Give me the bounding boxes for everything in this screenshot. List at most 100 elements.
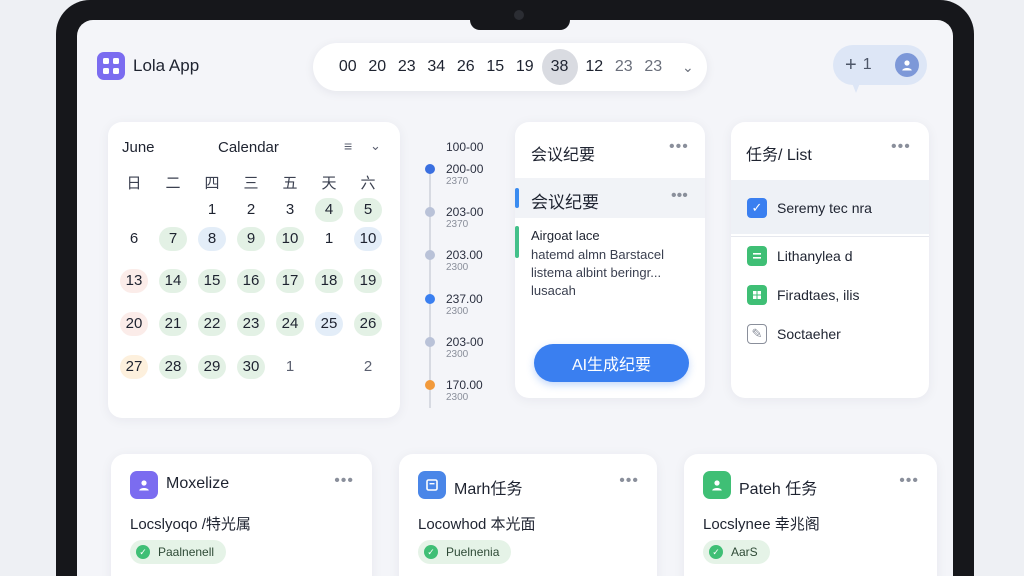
weekday-label: 天 (321, 175, 337, 192)
timeline-dot[interactable] (425, 250, 435, 260)
user-avatar-icon[interactable] (895, 53, 919, 77)
note-line: hatemd almn Barstacel (531, 247, 664, 262)
check-icon: ✓ (424, 545, 438, 559)
calendar-day[interactable]: 30 (237, 355, 265, 379)
calendar-day[interactable]: 13 (120, 269, 148, 293)
plus-icon[interactable]: + (845, 54, 857, 77)
note-line: lusacah (531, 283, 576, 298)
status-badge-label: Puelnenia (446, 545, 500, 559)
calendar-day[interactable]: 9 (237, 227, 265, 251)
calendar-day[interactable]: 27 (120, 355, 148, 379)
task-card[interactable]: Moxelize ••• Locslyoqo /特光属 ✓ Paalnenell (111, 454, 372, 576)
calendar-day[interactable]: 14 (159, 269, 187, 293)
timeline-dot[interactable] (425, 380, 435, 390)
calendar-day[interactable]: 10 (354, 227, 382, 251)
ai-summary-button[interactable]: AI生成纪要 (534, 344, 689, 382)
more-dots-icon[interactable]: ••• (669, 138, 689, 156)
calendar-day[interactable]: 28 (159, 355, 187, 379)
task-label: Lithanylea d (777, 248, 853, 264)
task-list-card: 任务/ List ••• ✓ Seremy tec nra Lithanylea… (731, 122, 929, 398)
calendar-day[interactable]: 17 (276, 269, 304, 293)
person-icon (130, 471, 158, 499)
time-selector[interactable]: 00 20 23 34 26 15 19 38 12 23 23 ⌄ (313, 43, 707, 91)
more-dots-icon[interactable]: ••• (671, 187, 688, 205)
timeline-dot[interactable] (425, 207, 435, 217)
chevron-down-icon[interactable]: ⌄ (370, 138, 381, 154)
calendar-day[interactable]: 16 (237, 269, 265, 293)
status-badge: ✓ Paalnenell (130, 540, 227, 564)
meeting-notes-card: 会议纪要 ••• 会议纪要 ••• Airgoat lace hatemd al… (515, 122, 705, 398)
more-dots-icon[interactable]: ••• (899, 472, 919, 490)
calendar-day[interactable]: 1 (315, 227, 343, 251)
calendar-day[interactable]: 1 (198, 198, 226, 222)
task-list-title: 任务/ List (746, 147, 812, 164)
calendar-day[interactable]: 15 (198, 269, 226, 293)
more-dots-icon[interactable]: ••• (334, 472, 354, 490)
app-title: Lola App (133, 56, 200, 75)
calendar-day[interactable]: 10 (276, 227, 304, 251)
divider (731, 236, 929, 237)
time-segment[interactable]: 00 (333, 58, 363, 76)
calendar-day[interactable]: 23 (237, 312, 265, 336)
timeline-subtime: 2300 (446, 262, 469, 273)
calendar-day[interactable]: 22 (198, 312, 226, 336)
time-segment[interactable]: 12 (580, 58, 610, 76)
status-badge-label: Paalnenell (158, 545, 215, 559)
timeline-dot[interactable] (425, 294, 435, 304)
calendar-day[interactable]: 25 (315, 312, 343, 336)
timeline-time: 203.00 (446, 248, 483, 262)
meeting-notes-item-title: 会议纪要 (531, 193, 599, 212)
calendar-day[interactable]: 3 (276, 198, 304, 222)
calendar-day[interactable]: 6 (120, 227, 148, 251)
checkbox-edit-icon[interactable]: ✎ (747, 324, 767, 344)
calendar-day[interactable]: 7 (159, 227, 187, 251)
calendar-day[interactable]: 24 (276, 312, 304, 336)
time-segment-selected[interactable]: 38 (541, 49, 578, 85)
status-badge-label: AarS (731, 545, 758, 559)
chevron-down-icon[interactable]: ⌄ (682, 59, 694, 76)
app-grid-icon[interactable] (97, 52, 125, 80)
weekday-label: 二 (165, 175, 181, 192)
time-segment[interactable]: 23 (392, 58, 422, 76)
time-segment[interactable]: 20 (363, 58, 393, 76)
timeline-time: 237.00 (446, 292, 483, 306)
calendar-day[interactable]: 4 (315, 198, 343, 222)
task-card[interactable]: Pateh 任务 ••• Locslynee 幸兆阁 ✓ AarS (684, 454, 937, 576)
weekday-label: 三 (243, 175, 259, 192)
calendar-day[interactable]: 29 (198, 355, 226, 379)
calendar-day[interactable]: 19 (354, 269, 382, 293)
timeline-time: 200-00 (446, 162, 484, 176)
time-segment[interactable]: 26 (451, 58, 481, 76)
timeline-header: 100-00 (446, 140, 484, 154)
calendar-day[interactable]: 1 (276, 355, 304, 379)
timeline-dot[interactable] (425, 164, 435, 174)
calendar-day[interactable]: 2 (237, 198, 265, 222)
calendar-day[interactable]: 20 (120, 312, 148, 336)
time-segment[interactable]: 23 (639, 58, 669, 76)
timeline-subtime: 2300 (446, 306, 469, 317)
note-line: listema albint beringr... (531, 265, 662, 280)
time-segment[interactable]: 15 (481, 58, 511, 76)
list-icon[interactable]: ≡ (344, 138, 352, 154)
more-dots-icon[interactable]: ••• (619, 472, 639, 490)
more-dots-icon[interactable]: ••• (891, 138, 911, 156)
task-grid-icon[interactable] (747, 285, 767, 305)
calendar-day[interactable]: 18 (315, 269, 343, 293)
time-segment[interactable]: 23 (609, 58, 639, 76)
time-segment[interactable]: 19 (510, 58, 540, 76)
calendar-day[interactable]: 21 (159, 312, 187, 336)
timeline-dot[interactable] (425, 337, 435, 347)
weekday-label: 四 (204, 175, 220, 192)
meeting-notes-item-selected[interactable]: 会议纪要 ••• (515, 178, 705, 218)
checkbox-checked-icon[interactable]: ✓ (747, 198, 767, 218)
calendar-day[interactable]: 5 (354, 198, 382, 222)
calendar-day[interactable]: 2 (354, 355, 382, 379)
calendar-day[interactable]: 8 (198, 227, 226, 251)
task-label: Soctaeher (777, 326, 841, 342)
task-list-icon[interactable] (747, 246, 767, 266)
time-segment[interactable]: 34 (422, 58, 452, 76)
notification-pill[interactable]: + 1 (833, 45, 927, 85)
task-card[interactable]: Marh任务 ••• Locowhod 本光面 ✓ Puelnenia (399, 454, 657, 576)
calendar-month: June (122, 139, 155, 156)
calendar-day[interactable]: 26 (354, 312, 382, 336)
